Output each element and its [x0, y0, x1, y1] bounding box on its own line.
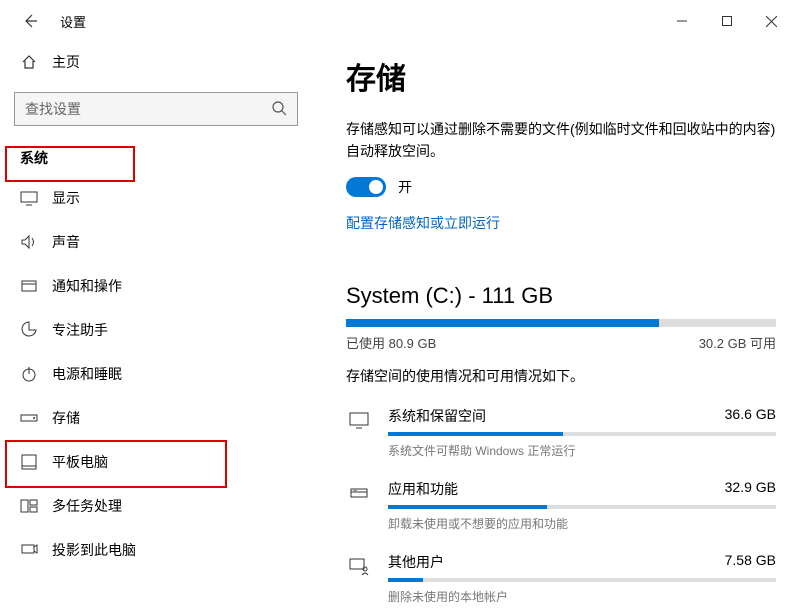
storage-sense-description: 存储感知可以通过删除不需要的文件(例如临时文件和回收站中的内容)自动释放空间。: [346, 118, 776, 163]
sidebar-item-notifications[interactable]: 通知和操作: [14, 264, 298, 308]
sidebar-item-label: 声音: [52, 232, 80, 252]
configure-storage-sense-link[interactable]: 配置存储感知或立即运行: [346, 213, 776, 233]
drive-labels: 已使用 80.9 GB 30.2 GB 可用: [346, 333, 776, 352]
sidebar-item-label: 通知和操作: [52, 276, 122, 296]
notification-icon: [20, 277, 38, 295]
sidebar: 主页 系统 显示 声音 通知和操作: [0, 42, 312, 615]
category-size: 36.6 GB: [725, 406, 776, 426]
tablet-icon: [20, 453, 38, 471]
focus-assist-icon: [20, 321, 38, 339]
category-apps[interactable]: 应用和功能 32.9 GB 卸载未使用或不想要的应用和功能: [346, 479, 776, 532]
drive-free-label: 30.2 GB 可用: [699, 333, 776, 352]
sidebar-item-label: 投影到此电脑: [52, 540, 136, 560]
power-icon: [20, 365, 38, 383]
sidebar-item-power[interactable]: 电源和睡眠: [14, 352, 298, 396]
sidebar-item-label: 专注助手: [52, 320, 108, 340]
minimize-icon: [677, 16, 687, 26]
search-input[interactable]: [25, 101, 271, 117]
sidebar-item-sound[interactable]: 声音: [14, 220, 298, 264]
users-icon: [346, 552, 372, 578]
category-bar: [388, 505, 776, 509]
system-icon: [346, 406, 372, 432]
sidebar-item-label: 平板电脑: [52, 452, 108, 472]
category-name: 系统和保留空间: [388, 406, 486, 426]
project-icon: [20, 541, 38, 559]
multitasking-icon: [20, 497, 38, 515]
content-area: 存储 存储感知可以通过删除不需要的文件(例如临时文件和回收站中的内容)自动释放空…: [312, 42, 794, 615]
sidebar-item-label: 多任务处理: [52, 496, 122, 516]
drive-usage-fill: [346, 319, 659, 327]
sidebar-item-storage[interactable]: 存储: [14, 396, 298, 440]
page-title: 存储: [346, 54, 776, 98]
category-size: 32.9 GB: [725, 479, 776, 499]
storage-sense-toggle-row: 开: [346, 177, 776, 197]
search-icon: [271, 100, 287, 119]
drive-title: System (C:) - 111 GB: [346, 283, 776, 309]
usage-description: 存储空间的使用情况和可用情况如下。: [346, 366, 776, 386]
category-size: 7.58 GB: [725, 552, 776, 572]
category-bar: [388, 432, 776, 436]
sidebar-item-project[interactable]: 投影到此电脑: [14, 528, 298, 572]
drive-usage-bar: [346, 319, 776, 327]
close-icon: [766, 16, 777, 27]
minimize-button[interactable]: [659, 6, 704, 36]
back-button[interactable]: [14, 5, 46, 37]
close-button[interactable]: [749, 6, 794, 36]
home-label: 主页: [52, 52, 80, 72]
sidebar-item-label: 存储: [52, 408, 80, 428]
storage-icon: [20, 409, 38, 427]
section-header-system: 系统: [14, 140, 298, 176]
home-link[interactable]: 主页: [14, 42, 298, 82]
sidebar-item-focus-assist[interactable]: 专注助手: [14, 308, 298, 352]
search-box[interactable]: [14, 92, 298, 126]
category-subtitle: 删除未使用的本地帐户: [388, 588, 776, 605]
category-subtitle: 卸载未使用或不想要的应用和功能: [388, 515, 776, 532]
sidebar-item-label: 显示: [52, 188, 80, 208]
window-title: 设置: [60, 12, 86, 31]
category-subtitle: 系统文件可帮助 Windows 正常运行: [388, 442, 776, 459]
titlebar: 设置: [0, 0, 794, 42]
sidebar-item-tablet[interactable]: 平板电脑: [14, 440, 298, 484]
sidebar-item-label: 电源和睡眠: [52, 364, 122, 384]
display-icon: [20, 189, 38, 207]
storage-sense-toggle[interactable]: [346, 177, 386, 197]
drive-used-label: 已使用 80.9 GB: [346, 333, 436, 352]
sound-icon: [20, 233, 38, 251]
apps-icon: [346, 479, 372, 505]
category-bar: [388, 578, 776, 582]
category-name: 其他用户: [388, 552, 444, 572]
window-controls: [659, 6, 794, 36]
category-system-reserved[interactable]: 系统和保留空间 36.6 GB 系统文件可帮助 Windows 正常运行: [346, 406, 776, 459]
sidebar-item-multitasking[interactable]: 多任务处理: [14, 484, 298, 528]
toggle-label: 开: [398, 177, 412, 197]
sidebar-item-display[interactable]: 显示: [14, 176, 298, 220]
maximize-icon: [722, 16, 732, 26]
back-arrow-icon: [22, 13, 38, 29]
category-other-users[interactable]: 其他用户 7.58 GB 删除未使用的本地帐户: [346, 552, 776, 605]
category-name: 应用和功能: [388, 479, 458, 499]
maximize-button[interactable]: [704, 6, 749, 36]
home-icon: [20, 54, 38, 70]
